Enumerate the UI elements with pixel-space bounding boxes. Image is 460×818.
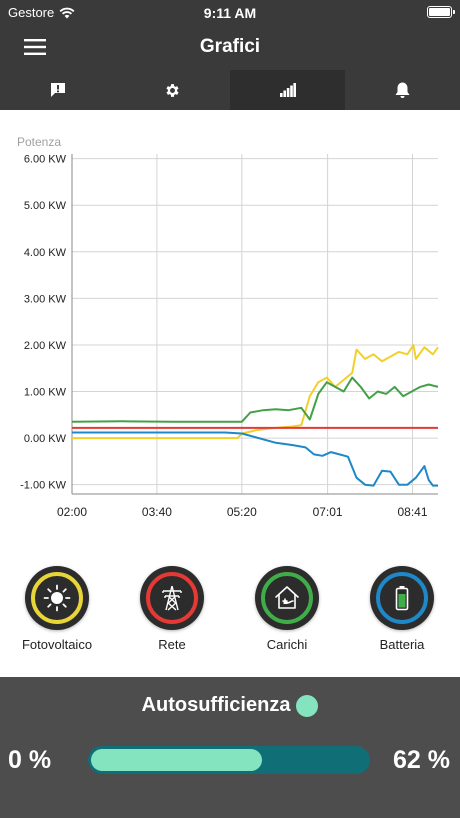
- x-tick-label: 05:20: [227, 505, 257, 519]
- tab-settings[interactable]: [115, 70, 230, 110]
- legend-circle: [255, 566, 319, 630]
- self-sufficiency-label: Autosufficienza: [141, 694, 291, 717]
- bar-chart-icon: [279, 83, 296, 97]
- y-tick-label: 3.00 KW: [24, 293, 67, 305]
- y-tick-label: 0.00 KW: [24, 433, 67, 445]
- gear-icon: [166, 83, 179, 97]
- y-tick-label: -1.00 KW: [20, 480, 66, 492]
- y-tick-label: 1.00 KW: [24, 387, 67, 399]
- x-tick-label: 02:00: [57, 505, 87, 519]
- legend-label: Carichi: [266, 637, 308, 652]
- power-chart: Potenza 6.00 KW 5.00 KW 4.00 KW 3.00 KW 2.00 …: [0, 128, 460, 528]
- legend-item-carichi[interactable]: Carichi: [232, 566, 342, 652]
- y-tick-label: 2.00 KW: [24, 340, 67, 352]
- status-time: 9:11 AM: [203, 5, 257, 21]
- max-percent-label: 62 %: [393, 746, 450, 774]
- y-tick-label: 6.00 KW: [24, 154, 67, 166]
- x-tick-label: 03:40: [142, 505, 172, 519]
- tab-bar: [0, 70, 460, 110]
- legend-circle: [140, 566, 204, 630]
- self-sufficiency-title: Autosufficienza: [0, 694, 460, 717]
- power-chart-svg: Potenza 6.00 KW 5.00 KW 4.00 KW 3.00 KW 2.00 …: [17, 135, 439, 519]
- house-plug-icon: [275, 586, 299, 609]
- legend-circle: [370, 566, 434, 630]
- legend-item-rete[interactable]: Rete: [117, 566, 227, 652]
- min-percent-label: 0 %: [8, 746, 52, 774]
- x-tick-label: 08:41: [398, 505, 428, 519]
- self-sufficiency-progress-bar: [88, 746, 370, 774]
- legend: Fotovoltaico Rete Carichi Batteria: [0, 566, 460, 666]
- legend-label: Batteria: [379, 637, 425, 652]
- sun-icon: [43, 584, 71, 612]
- y-tick-label: 5.00 KW: [24, 200, 67, 212]
- tab-notifications[interactable]: [345, 70, 460, 110]
- status-dot-icon: [296, 694, 319, 717]
- legend-item-fotovoltaico[interactable]: Fotovoltaico: [2, 566, 112, 652]
- alert-message-icon: [50, 83, 65, 97]
- page-title: Grafici: [199, 36, 261, 57]
- x-tick-label: 07:01: [313, 505, 343, 519]
- series-line-batteria: [72, 431, 438, 487]
- legend-item-batteria[interactable]: Batteria: [347, 566, 457, 652]
- tab-charts[interactable]: [230, 70, 345, 110]
- battery-icon: [395, 586, 409, 611]
- legend-circle: [25, 566, 89, 630]
- bell-icon: [395, 82, 410, 98]
- y-axis-label: Potenza: [17, 135, 61, 149]
- self-sufficiency-panel: Autosufficienza 0 % 62 %: [0, 677, 460, 818]
- progress-fill: [91, 749, 263, 771]
- y-tick-label: 4.00 KW: [24, 247, 67, 259]
- battery-status-icon: [427, 6, 455, 18]
- status-bar: Gestore 9:11 AM: [0, 0, 460, 24]
- series-line-carichi: [71, 376, 439, 423]
- power-pylon-icon: [162, 585, 182, 611]
- legend-label: Fotovoltaico: [21, 637, 93, 652]
- nav-bar: Grafici: [0, 24, 460, 70]
- legend-label: Rete: [158, 637, 186, 652]
- tab-alert[interactable]: [0, 70, 115, 110]
